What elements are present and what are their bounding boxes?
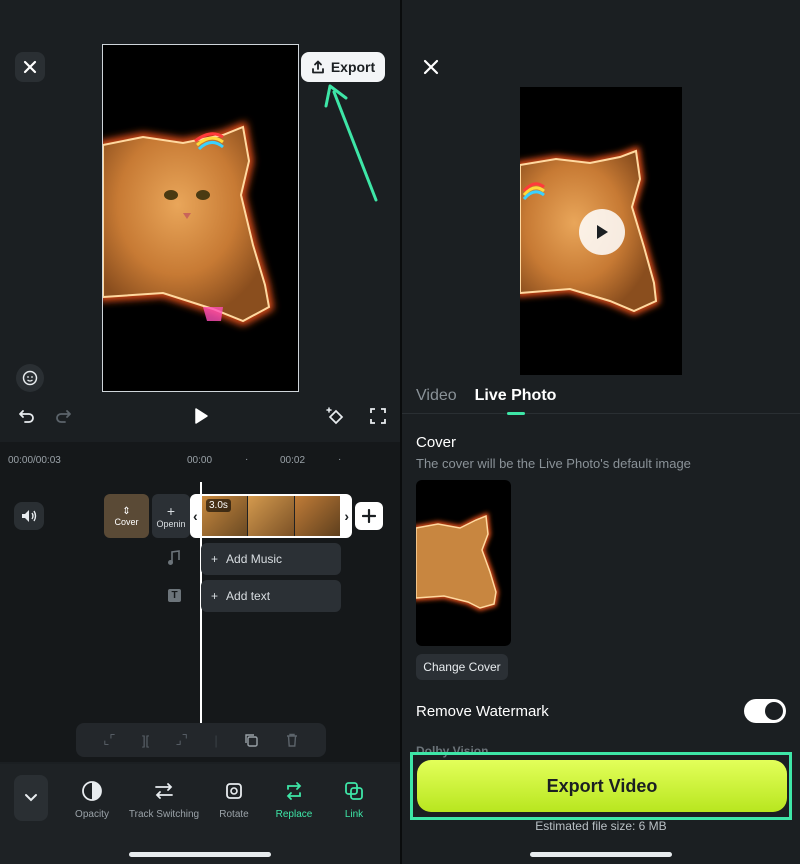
trim-right-handle[interactable]: › bbox=[344, 508, 349, 524]
add-clip-button[interactable] bbox=[355, 502, 383, 530]
redo-icon bbox=[56, 410, 71, 423]
undo-icon bbox=[19, 410, 34, 423]
tool-label: Replace bbox=[275, 809, 313, 820]
delete-icon[interactable] bbox=[285, 733, 299, 747]
cover-title: Cover bbox=[416, 434, 457, 451]
play-icon bbox=[195, 408, 208, 424]
play-button[interactable] bbox=[189, 404, 213, 428]
music-note-icon bbox=[168, 550, 180, 565]
fullscreen-icon bbox=[370, 408, 386, 424]
cat-sticker-image bbox=[416, 512, 499, 611]
cover-thumb[interactable]: ⇕ Cover bbox=[104, 494, 149, 538]
upload-icon bbox=[311, 60, 324, 74]
export-video-button[interactable]: Export Video bbox=[417, 760, 787, 812]
export-label: Export bbox=[330, 59, 376, 75]
tab-video[interactable]: Video bbox=[416, 387, 457, 405]
plus-icon: + bbox=[211, 552, 219, 566]
ruler-tick-0: 00:00 bbox=[187, 455, 213, 466]
add-text-button[interactable]: + Add text bbox=[201, 580, 341, 612]
cover-thumbnail[interactable] bbox=[416, 480, 511, 646]
ruler-dot: · bbox=[245, 454, 249, 465]
clip-duration: 3.0s bbox=[206, 499, 231, 512]
keyframe-icon bbox=[326, 407, 344, 425]
tool-replace[interactable]: Replace bbox=[268, 779, 320, 820]
tool-track-switching[interactable]: Track Switching bbox=[122, 779, 206, 820]
replace-icon bbox=[282, 779, 306, 803]
estimated-file-size: Estimated file size: 6 MB bbox=[535, 819, 667, 833]
link-icon bbox=[342, 779, 366, 803]
cover-label: Cover bbox=[114, 516, 139, 527]
remove-watermark-toggle[interactable] bbox=[744, 699, 786, 723]
video-preview[interactable] bbox=[102, 44, 299, 392]
opacity-icon bbox=[80, 779, 104, 803]
export-preview[interactable] bbox=[520, 87, 682, 375]
ruler-dot: · bbox=[338, 454, 342, 465]
add-music-button[interactable]: + Add Music bbox=[201, 543, 341, 575]
opening-label: Openin bbox=[156, 519, 186, 529]
text-icon: T bbox=[168, 589, 181, 602]
collapse-button[interactable] bbox=[14, 775, 48, 821]
add-text-label: Add text bbox=[226, 589, 271, 603]
editor-panel: Export 00:00/00:03 00:00 · 00:02 · ⇕ Cov… bbox=[0, 0, 400, 864]
selected-clip[interactable]: 3.0s ‹ › bbox=[190, 494, 352, 538]
tool-label: Link bbox=[344, 809, 364, 820]
keyframe-button[interactable] bbox=[322, 404, 348, 428]
toolbar-divider: | bbox=[214, 732, 218, 748]
export-button[interactable]: Export bbox=[301, 52, 385, 82]
opening-thumb[interactable]: + Openin bbox=[152, 494, 190, 538]
edit-toolbar: ⌞⌜ ][ ⌟⌝ | bbox=[76, 723, 326, 757]
fullscreen-button[interactable] bbox=[366, 404, 390, 428]
cover-description: The cover will be the Live Photo's defau… bbox=[416, 456, 691, 471]
split-left-icon[interactable]: ⌞⌜ bbox=[103, 732, 115, 748]
mute-button[interactable] bbox=[14, 502, 44, 530]
face-effect-button[interactable] bbox=[16, 364, 44, 392]
plus-icon: + bbox=[166, 503, 176, 519]
tool-opacity[interactable]: Opacity bbox=[70, 779, 114, 820]
home-indicator bbox=[530, 852, 672, 857]
play-icon bbox=[597, 225, 608, 239]
cover-swap-icon: ⇕ bbox=[122, 505, 131, 517]
speaker-icon bbox=[22, 510, 37, 522]
tool-link[interactable]: Link bbox=[332, 779, 376, 820]
plus-icon: + bbox=[211, 589, 219, 603]
export-panel: Video Live Photo Cover The cover will be… bbox=[402, 0, 800, 864]
export-tabs: Video Live Photo bbox=[402, 378, 800, 415]
tab-live-photo[interactable]: Live Photo bbox=[475, 387, 556, 415]
undo-button[interactable] bbox=[14, 404, 38, 428]
current-time: 00:00/00:03 bbox=[8, 455, 61, 466]
chevron-down-icon bbox=[25, 794, 37, 802]
clip-frame bbox=[294, 496, 340, 536]
duplicate-icon[interactable] bbox=[244, 733, 258, 747]
clip-frame bbox=[248, 496, 295, 536]
split-right-icon[interactable]: ⌟⌝ bbox=[176, 732, 188, 748]
cat-sticker-image bbox=[103, 121, 274, 326]
tool-label: Track Switching bbox=[128, 809, 200, 820]
add-music-label: Add Music bbox=[226, 552, 283, 566]
split-icon[interactable]: ][ bbox=[142, 733, 149, 748]
tool-label: Opacity bbox=[75, 809, 109, 820]
change-cover-button[interactable]: Change Cover bbox=[416, 654, 508, 680]
plus-icon bbox=[362, 509, 376, 523]
close-icon bbox=[423, 59, 439, 75]
track-switch-icon bbox=[152, 779, 176, 803]
home-indicator bbox=[129, 852, 271, 857]
ruler-tick-1: 00:02 bbox=[280, 455, 306, 466]
close-button[interactable] bbox=[418, 54, 444, 80]
close-button[interactable] bbox=[15, 52, 45, 82]
tool-rotate[interactable]: Rotate bbox=[212, 779, 256, 820]
trim-left-handle[interactable]: ‹ bbox=[193, 508, 198, 524]
rotate-icon bbox=[222, 779, 246, 803]
annotation-arrow-icon bbox=[324, 84, 378, 202]
face-icon bbox=[22, 370, 38, 386]
remove-watermark-label: Remove Watermark bbox=[416, 703, 549, 720]
redo-button[interactable] bbox=[52, 404, 76, 428]
tool-label: Rotate bbox=[219, 809, 249, 820]
play-button[interactable] bbox=[579, 209, 625, 255]
close-icon bbox=[23, 60, 37, 74]
